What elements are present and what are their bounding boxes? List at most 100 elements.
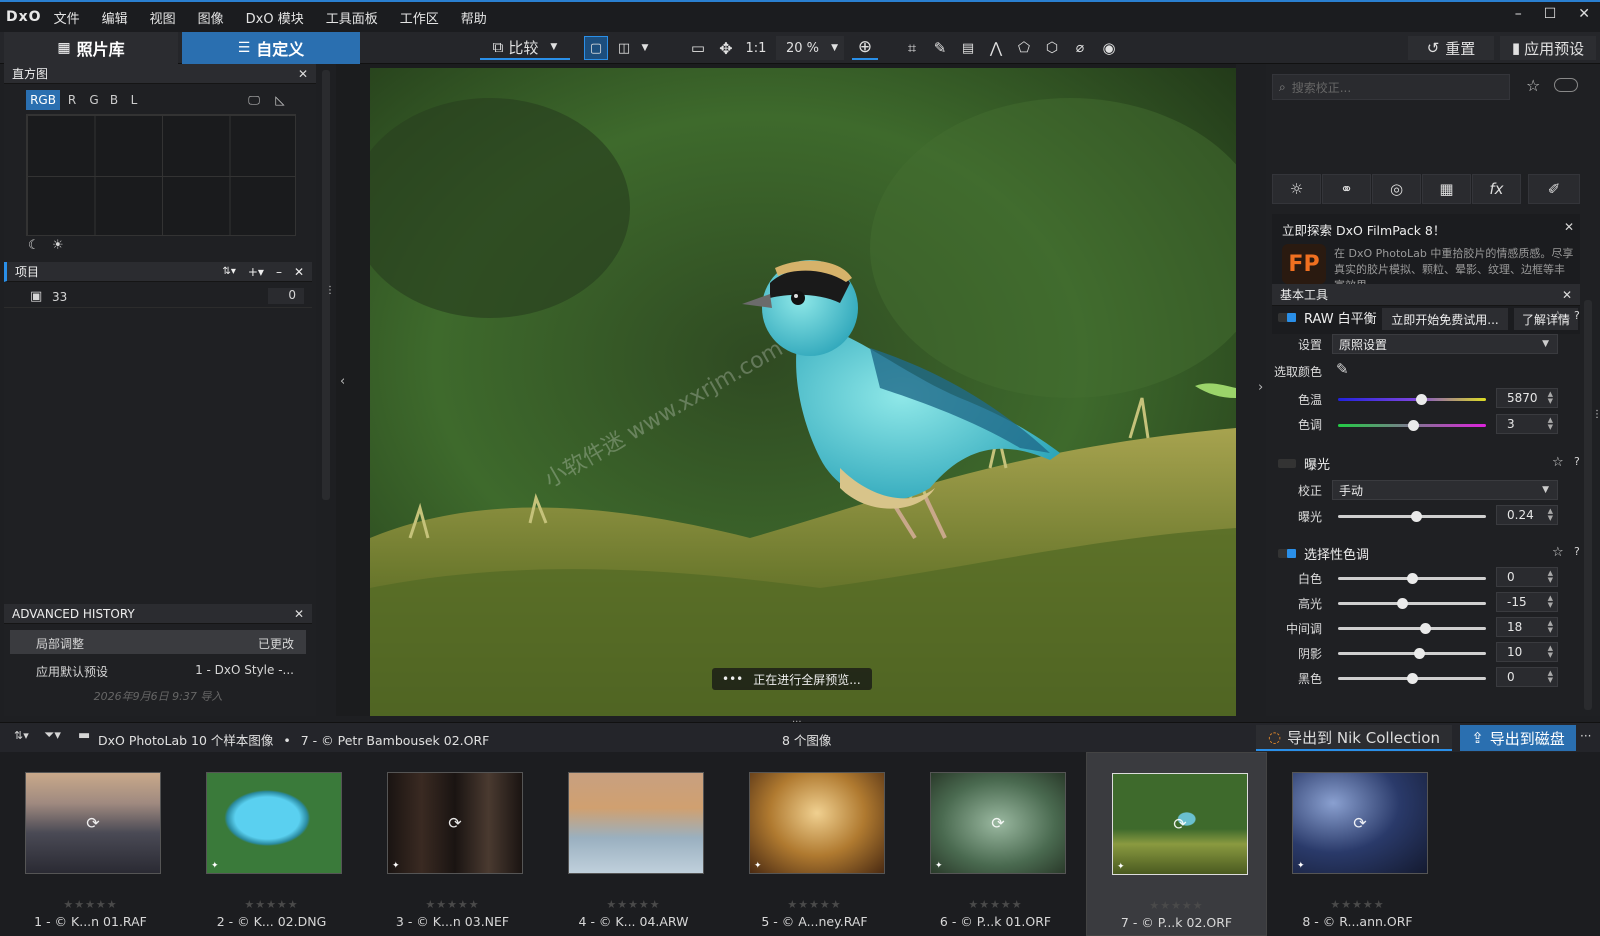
white-balance-section[interactable]: RAW 白平衡 <box>1278 306 1377 328</box>
zoom-level-dropdown[interactable]: 20 % ▼ <box>776 36 844 60</box>
tone-slider[interactable] <box>1338 598 1486 609</box>
search-input[interactable]: ⌕ 搜索校正... <box>1272 74 1510 100</box>
tool-geometry-button[interactable]: ▦ <box>1422 174 1471 204</box>
menu-edit[interactable]: 编辑 <box>102 8 128 27</box>
temperature-slider[interactable] <box>1338 394 1486 405</box>
breadcrumb-root[interactable]: DxO PhotoLab 10 个样本图像 <box>98 733 273 748</box>
rating-stars[interactable]: ★★★★★ <box>543 898 724 911</box>
menu-image[interactable]: 图像 <box>198 8 224 27</box>
selective-tone-section[interactable]: 选择性色调 <box>1278 542 1369 564</box>
exposure-toggle[interactable] <box>1278 458 1296 468</box>
tone-slider-value[interactable]: 0 ▲ ▼ <box>1496 567 1558 587</box>
zoom-100-button[interactable]: 1:1 <box>742 36 770 60</box>
pan-button[interactable]: ✥ <box>714 36 738 60</box>
rating-stars[interactable]: ★★★★★ <box>362 898 543 911</box>
thumbnail[interactable]: ⟳ ★★★★★ 1 - © K...n 01.RAF <box>0 752 181 936</box>
horizon-tool-button[interactable]: ▤ <box>956 36 980 60</box>
filter-icon[interactable]: ⏷▾ <box>44 728 61 743</box>
fit-screen-button[interactable]: ▭ <box>686 36 710 60</box>
favorite-star-icon[interactable]: ☆ <box>1552 309 1564 324</box>
tone-slider-knob[interactable] <box>1420 623 1432 634</box>
sort-icon[interactable]: ⇅▾ <box>14 729 29 742</box>
menu-help[interactable]: 帮助 <box>461 8 487 27</box>
history-row[interactable]: 局部调整 已更改 <box>10 630 306 654</box>
rating-stars[interactable]: ★★★★★ <box>1267 898 1448 911</box>
tint-slider[interactable] <box>1338 420 1486 431</box>
close-icon[interactable]: ✕ <box>1564 220 1574 234</box>
tone-slider-knob[interactable] <box>1396 598 1408 609</box>
channel-rgb[interactable]: RGB <box>26 90 60 110</box>
eyedropper-tool-button[interactable]: ✎ <box>928 36 952 60</box>
spinner-icon[interactable]: ▲ ▼ <box>1548 670 1553 684</box>
favorite-star-icon[interactable]: ☆ <box>1552 545 1564 560</box>
remove-project-icon[interactable]: – <box>276 265 282 279</box>
thumbnail[interactable]: ⟳ ✦ ★★★★★ 8 - © R...ann.ORF <box>1267 752 1448 936</box>
export-nik-button[interactable]: ◌ 导出到 Nik Collection <box>1256 725 1452 751</box>
crop-tool-button[interactable]: ⌗ <box>900 36 924 60</box>
tone-slider[interactable] <box>1338 573 1486 584</box>
free-trial-button[interactable]: 立即开始免费试用... <box>1382 308 1508 330</box>
menu-dxo-modules[interactable]: DxO 模块 <box>246 8 304 27</box>
clipping-icon[interactable]: ◺ <box>270 90 290 110</box>
splitter-dots-icon[interactable]: ··· <box>792 717 802 728</box>
exposure-slider[interactable] <box>1338 511 1486 522</box>
menu-file[interactable]: 文件 <box>54 8 80 27</box>
selective-tone-toggle[interactable] <box>1278 548 1296 558</box>
spinner-icon[interactable]: ▲ ▼ <box>1548 570 1553 584</box>
zoom-in-button[interactable]: ⊕ <box>852 36 878 60</box>
more-options-button[interactable]: ··· <box>1580 729 1591 743</box>
eyedropper-icon[interactable]: ✎ <box>1336 360 1349 378</box>
exposure-value[interactable]: 0.24 ▲ ▼ <box>1496 505 1558 525</box>
shadow-clipping-icon[interactable]: ☾ <box>28 238 40 253</box>
spinner-icon[interactable]: ▲ ▼ <box>1548 595 1553 609</box>
tone-slider[interactable] <box>1338 648 1486 659</box>
right-panel-scrollbar[interactable] <box>1584 300 1592 710</box>
tint-knob[interactable] <box>1408 420 1420 431</box>
help-icon[interactable]: ? <box>1574 545 1580 558</box>
repair-tool-button[interactable]: ⌀ <box>1068 36 1092 60</box>
rating-stars[interactable]: ★★★★★ <box>181 898 362 911</box>
thumbnail-selected[interactable]: ⟳ ✦ ★★★★★ 7 - © P...k 02.ORF <box>1086 752 1267 936</box>
monitor-icon[interactable]: 🖵 <box>244 90 264 110</box>
local-adjust-button[interactable]: ⬠ <box>1012 36 1036 60</box>
highlight-clipping-icon[interactable]: ☀ <box>52 238 64 253</box>
tint-value[interactable]: 3 ▲ ▼ <box>1496 414 1558 434</box>
exposure-knob[interactable] <box>1411 511 1423 522</box>
history-row[interactable]: 应用默认预设 1 - DxO Style -... <box>10 658 306 682</box>
thumbnail[interactable]: ✦ ★★★★★ 5 - © A...ney.RAF <box>724 752 905 936</box>
view-mode-dropdown[interactable]: ▼ <box>638 36 652 60</box>
tool-color-button[interactable]: ⚭ <box>1322 174 1371 204</box>
temperature-knob[interactable] <box>1415 394 1427 405</box>
add-project-icon[interactable]: +▾ <box>248 265 264 279</box>
collapse-right-icon[interactable]: › <box>1258 380 1263 395</box>
channel-b[interactable]: B <box>106 90 122 110</box>
close-icon[interactable]: ✕ <box>294 265 304 279</box>
reset-button[interactable]: ↺ 重置 <box>1408 36 1494 60</box>
spinner-icon[interactable]: ▲ ▼ <box>1548 508 1553 522</box>
maximize-button[interactable]: ☐ <box>1544 6 1557 22</box>
compare-button[interactable]: ⧉ 比较 ▼ <box>480 36 570 60</box>
tab-customize[interactable]: ☰ 自定义 <box>182 32 360 64</box>
help-icon[interactable]: ? <box>1574 455 1580 468</box>
project-item[interactable]: ▣ 33 0 <box>4 286 312 308</box>
tone-slider[interactable] <box>1338 623 1486 634</box>
favorite-star-icon[interactable]: ☆ <box>1526 76 1540 95</box>
thumbnail[interactable]: ✦ ★★★★★ 2 - © K... 02.DNG <box>181 752 362 936</box>
close-icon[interactable]: ✕ <box>294 607 304 621</box>
perspective-tool-button[interactable]: ⋀ <box>984 36 1008 60</box>
toggle-switch[interactable] <box>1554 78 1578 92</box>
breadcrumb-file[interactable]: 7 - © Petr Bambousek 02.ORF <box>301 733 490 748</box>
rating-stars[interactable]: ★★★★★ <box>1087 899 1266 912</box>
menu-workspace[interactable]: 工作区 <box>400 8 439 27</box>
tool-detail-button[interactable]: ◎ <box>1372 174 1421 204</box>
sort-icon[interactable]: ⇅▾ <box>222 266 235 277</box>
spinner-icon[interactable]: ▲ ▼ <box>1548 417 1553 431</box>
rating-stars[interactable]: ★★★★★ <box>724 898 905 911</box>
menu-view[interactable]: 视图 <box>150 8 176 27</box>
channel-l[interactable]: L <box>126 90 142 110</box>
rating-stars[interactable]: ★★★★★ <box>0 898 181 911</box>
close-window-button[interactable]: ✕ <box>1578 6 1590 22</box>
white-balance-toggle[interactable] <box>1278 312 1296 322</box>
split-view-button[interactable]: ◫ <box>612 36 636 60</box>
favorite-star-icon[interactable]: ☆ <box>1552 455 1564 470</box>
